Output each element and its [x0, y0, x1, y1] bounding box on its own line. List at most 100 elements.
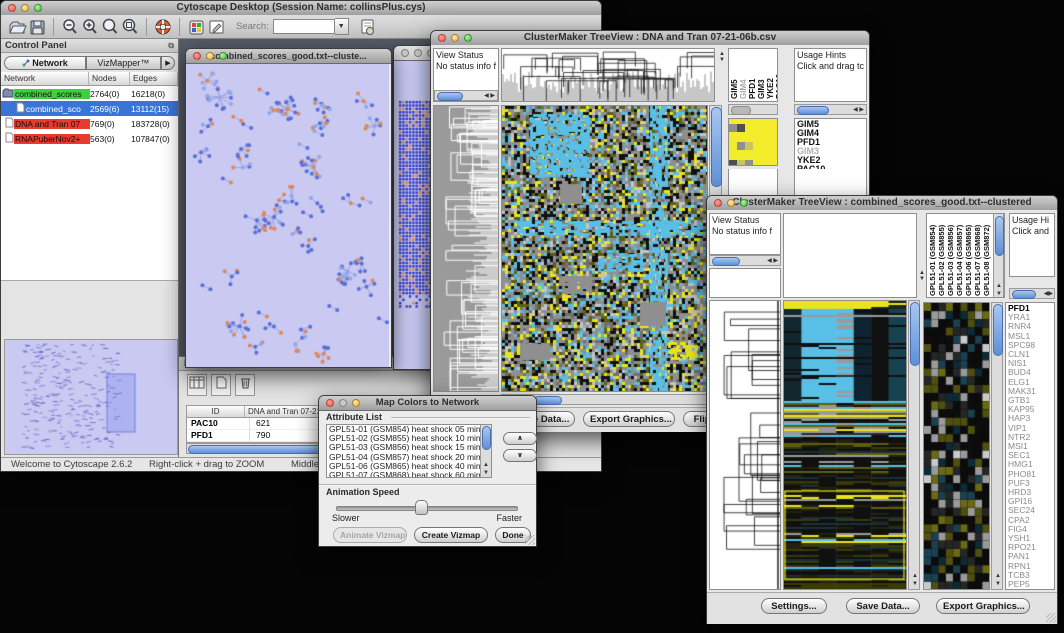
- tv1-column-dendrogram[interactable]: [501, 48, 715, 102]
- tv2-settings-button[interactable]: Settings...: [761, 598, 827, 614]
- delete-attribute-icon[interactable]: [235, 374, 255, 396]
- tv1-status-scrollbar[interactable]: ◀ ▶: [434, 90, 498, 101]
- tv2-genelist-hscrollbar[interactable]: ◀▶: [1009, 288, 1055, 299]
- search-input[interactable]: [273, 19, 335, 34]
- tv2-column-dendrogram[interactable]: [783, 213, 917, 298]
- matrix-cell[interactable]: [737, 142, 745, 150]
- minimize-button[interactable]: [339, 399, 347, 407]
- matrix-cell[interactable]: [761, 124, 769, 132]
- move-down-button[interactable]: ∨: [503, 449, 537, 462]
- tv2-save-data-button[interactable]: Save Data...: [846, 598, 920, 614]
- tv2-column-label[interactable]: GPL51-06 (GSM865): [964, 216, 973, 296]
- select-attributes-icon[interactable]: [187, 374, 207, 396]
- network-table-row[interactable]: combined_sco2569(6)13112(15): [1, 101, 178, 116]
- tv2-pixel-vscrollbar[interactable]: ▲ ▼: [991, 302, 1003, 590]
- tv1-column-label[interactable]: GIM5: [731, 51, 739, 99]
- matrix-cell[interactable]: [729, 124, 737, 132]
- tv1-row-dendrogram[interactable]: [433, 105, 499, 392]
- resize-grip[interactable]: [1046, 613, 1056, 623]
- main-titlebar[interactable]: Cytoscape Desktop (Session Name: collins…: [1, 1, 601, 16]
- attribute-list[interactable]: ▲ ▼ GPL51-01 (GSM854) heat shock 05 minG…: [326, 424, 492, 478]
- tv1-column-label[interactable]: GIM4: [740, 51, 748, 99]
- tv1-hints-scrollbar[interactable]: ◀ ▶: [794, 104, 867, 115]
- animate-vizmap-button[interactable]: Animate Vizmap: [333, 527, 407, 543]
- matrix-cell[interactable]: [737, 124, 745, 132]
- gene-list-item[interactable]: MON2: [1006, 589, 1054, 590]
- resize-grip[interactable]: [525, 535, 535, 545]
- zoom-button[interactable]: [219, 52, 227, 60]
- open-file-icon[interactable]: [7, 17, 27, 37]
- attribute-list-scrollbar[interactable]: ▲ ▼: [480, 425, 491, 477]
- tv2-pixel-view[interactable]: [923, 302, 990, 590]
- tv1-column-label[interactable]: YKE2: [767, 51, 775, 99]
- matrix-cell[interactable]: [729, 142, 737, 150]
- zoom-selected-icon[interactable]: [100, 17, 120, 37]
- tv1-column-label[interactable]: PFD1: [749, 51, 757, 99]
- search-dropdown-arrow[interactable]: ▼: [335, 18, 349, 35]
- minimize-button[interactable]: [21, 4, 29, 12]
- network-table-row[interactable]: RNAPuberNov2+563(0)107847(0): [1, 131, 178, 146]
- matrix-cell[interactable]: [745, 160, 753, 166]
- treeview1-titlebar[interactable]: ClusterMaker TreeView : DNA and Tran 07-…: [431, 31, 869, 46]
- tv1-scroll-arrows[interactable]: ▲▼: [717, 51, 727, 63]
- new-attribute-icon[interactable]: [211, 374, 231, 396]
- tv1-column-label[interactable]: PAC10: [776, 51, 778, 99]
- zoom-in-icon[interactable]: [80, 17, 100, 37]
- tv1-labels-scrollbar[interactable]: [728, 104, 778, 115]
- minimize-button[interactable]: [414, 49, 422, 57]
- tv2-column-label[interactable]: GPL51-03 (GSM856): [946, 216, 955, 296]
- matrix-cell[interactable]: [753, 142, 761, 150]
- matrix-cell[interactable]: [769, 160, 777, 166]
- move-up-button[interactable]: ∧: [503, 432, 537, 445]
- tv1-summary-matrix[interactable]: [728, 118, 778, 166]
- matrix-cell[interactable]: [753, 160, 761, 166]
- zoom-button[interactable]: [34, 4, 42, 12]
- dialog-titlebar[interactable]: Map Colors to Network: [319, 396, 536, 411]
- matrix-cell[interactable]: [761, 160, 769, 166]
- import-table-icon[interactable]: [357, 17, 377, 37]
- network-canvas[interactable]: [186, 64, 389, 367]
- close-button[interactable]: [8, 4, 16, 12]
- zoom-button[interactable]: [352, 399, 360, 407]
- close-button[interactable]: [193, 52, 201, 60]
- network-table-row[interactable]: DNA and Tran 07769(0)183728(0): [1, 116, 178, 131]
- minimize-button[interactable]: [727, 199, 735, 207]
- tv2-column-label[interactable]: GPL51-02 (GSM855): [937, 216, 946, 296]
- matrix-cell[interactable]: [761, 142, 769, 150]
- tv2-status-scrollbar[interactable]: ◀ ▶: [709, 255, 781, 266]
- tv2-row-dendrogram[interactable]: [709, 300, 781, 590]
- tv2-column-label[interactable]: GPL51-01 (GSM854): [928, 216, 937, 296]
- minimize-button[interactable]: [451, 34, 459, 42]
- network-table-row[interactable]: combined_scores2764(0)16218(0): [1, 86, 178, 101]
- create-vizmap-button[interactable]: Create Vizmap: [414, 527, 488, 543]
- tab-overflow-arrow[interactable]: ▶: [161, 56, 175, 70]
- matrix-cell[interactable]: [769, 142, 777, 150]
- close-button[interactable]: [401, 49, 409, 57]
- help-lifebuoy-icon[interactable]: [153, 17, 173, 37]
- matrix-cell[interactable]: [745, 124, 753, 132]
- tv1-heatmap[interactable]: [501, 105, 708, 392]
- network-window-titlebar[interactable]: combined_scores_good.txt--cluste...: [186, 49, 391, 64]
- vizmapper-icon[interactable]: [186, 17, 206, 37]
- zoom-fit-icon[interactable]: [120, 17, 140, 37]
- treeview2-titlebar[interactable]: ClusterMaker TreeView : combined_scores_…: [707, 196, 1057, 211]
- tv2-column-label[interactable]: GPL51-08 (GSM872): [982, 216, 991, 296]
- float-panel-icon[interactable]: ⧉: [168, 39, 174, 52]
- tv2-heatmap[interactable]: [783, 300, 907, 590]
- tv2-column-label[interactable]: GPL51-04 (GSM857): [955, 216, 964, 296]
- attribute-list-item[interactable]: GPL51-07 (GSM868) heat shock 60 min: [327, 471, 491, 478]
- speed-slider-thumb[interactable]: [415, 500, 428, 515]
- tv2-labels-scrollbar[interactable]: ▲ ▼: [993, 214, 1004, 298]
- close-button[interactable]: [326, 399, 334, 407]
- tv1-column-label[interactable]: GIM3: [758, 51, 766, 99]
- tab-network[interactable]: Network: [4, 56, 86, 70]
- zoom-out-icon[interactable]: [60, 17, 80, 37]
- tv2-export-graphics-button[interactable]: Export Graphics...: [936, 598, 1030, 614]
- matrix-cell[interactable]: [729, 160, 737, 166]
- minimize-button[interactable]: [206, 52, 214, 60]
- annotation-icon[interactable]: [206, 17, 226, 37]
- save-icon[interactable]: [27, 17, 47, 37]
- tv2-scroll-arrows[interactable]: ▲▼: [918, 270, 926, 282]
- tv2-column-label[interactable]: GPL51-07 (GSM868): [973, 216, 982, 296]
- close-button[interactable]: [714, 199, 722, 207]
